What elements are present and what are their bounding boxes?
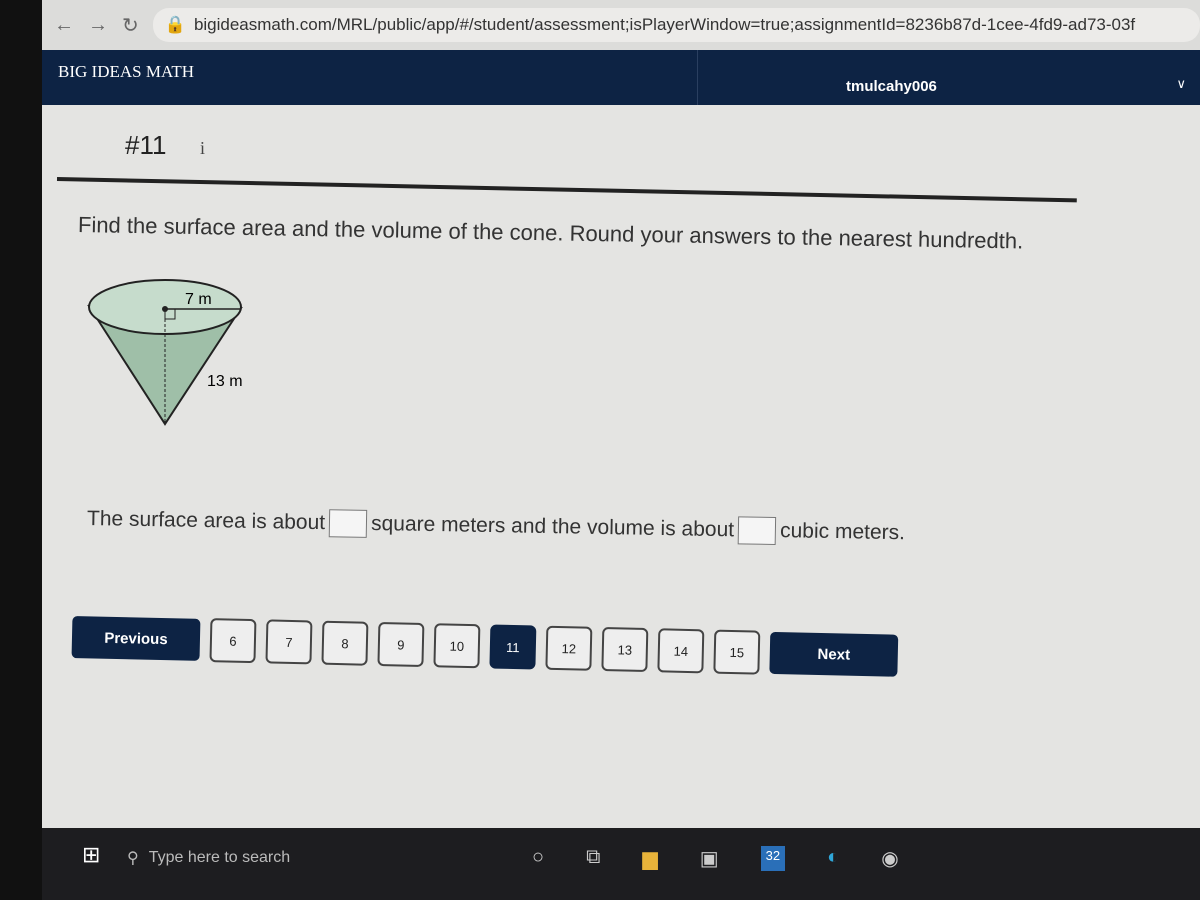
back-icon[interactable]: ← [54,14,74,37]
reload-icon[interactable]: ↻ [122,13,139,38]
radius-label: 7 m [185,291,212,308]
chrome-icon[interactable]: ◉ [881,846,898,871]
volume-input[interactable] [737,516,777,546]
question-number: #11 [125,130,167,160]
answer-sentence: The surface area is about square meters … [87,505,905,547]
page-12[interactable]: 12 [545,625,593,671]
windows-start-icon[interactable]: ⊞ [82,842,100,868]
page-7[interactable]: 7 [265,619,313,665]
taskbar-search[interactable]: ⚲ Type here to search [127,836,497,880]
taskbar: ⊞ ⚲ Type here to search ○ ⧉ ▆ ▣ 32 ◐ ◉ [42,828,1200,900]
edge-icon[interactable]: ◐ [827,846,839,871]
page-15[interactable]: 15 [713,629,761,675]
top-nav: BIG IDEAS MATH tmulcahy006 ∨ [42,50,1200,105]
username: tmulcahy006 [846,78,937,95]
cortana-icon[interactable]: ○ [532,846,544,871]
mail-icon[interactable]: 32 [760,846,786,871]
page-13[interactable]: 13 [601,627,649,673]
page-8[interactable]: 8 [321,620,369,666]
search-placeholder: Type here to search [148,849,291,866]
question-pager: Previous 6 7 8 9 10 11 12 13 14 15 Next [71,615,899,678]
info-icon[interactable]: i [200,138,205,159]
previous-button[interactable]: Previous [71,616,201,661]
answer-text-1: The surface area is about [86,507,326,535]
chevron-down-icon: ∨ [1176,76,1186,91]
divider [56,177,1077,203]
question-prompt: Find the surface area and the volume of … [77,212,1024,254]
file-explorer-icon[interactable]: ▆ [642,846,657,871]
cone-figure: 7 m 13 m [87,279,243,426]
answer-text-3: cubic meters. [779,519,906,545]
page-14[interactable]: 14 [657,628,705,674]
forward-icon[interactable]: → [88,14,108,37]
answer-text-2: square meters and the volume is about [370,511,735,542]
url-text: bigideasmath.com/MRL/public/app/#/studen… [193,15,1136,34]
user-menu[interactable]: tmulcahy006 ∨ [697,50,1200,105]
search-icon: ⚲ [127,850,139,867]
surface-area-input[interactable] [328,509,368,538]
task-view-icon[interactable]: ⧉ [586,846,600,871]
slant-label: 13 m [207,373,243,390]
next-button[interactable]: Next [769,631,899,677]
page-11-current[interactable]: 11 [489,624,537,670]
store-icon[interactable]: ▣ [700,846,719,871]
brand-logo[interactable]: BIG IDEAS MATH [58,62,194,82]
taskbar-icons: ○ ⧉ ▆ ▣ 32 ◐ ◉ [532,846,899,871]
page-6[interactable]: 6 [209,618,257,664]
page-9[interactable]: 9 [377,621,425,667]
lock-icon: 🔒 [164,15,186,34]
address-bar[interactable]: 🔒 bigideasmath.com/MRL/public/app/#/stud… [152,8,1200,42]
screen: ← → ↻ 🔒 bigideasmath.com/MRL/public/app/… [42,0,1200,900]
page-10[interactable]: 10 [433,623,481,669]
browser-toolbar: ← → ↻ 🔒 bigideasmath.com/MRL/public/app/… [42,0,1200,50]
